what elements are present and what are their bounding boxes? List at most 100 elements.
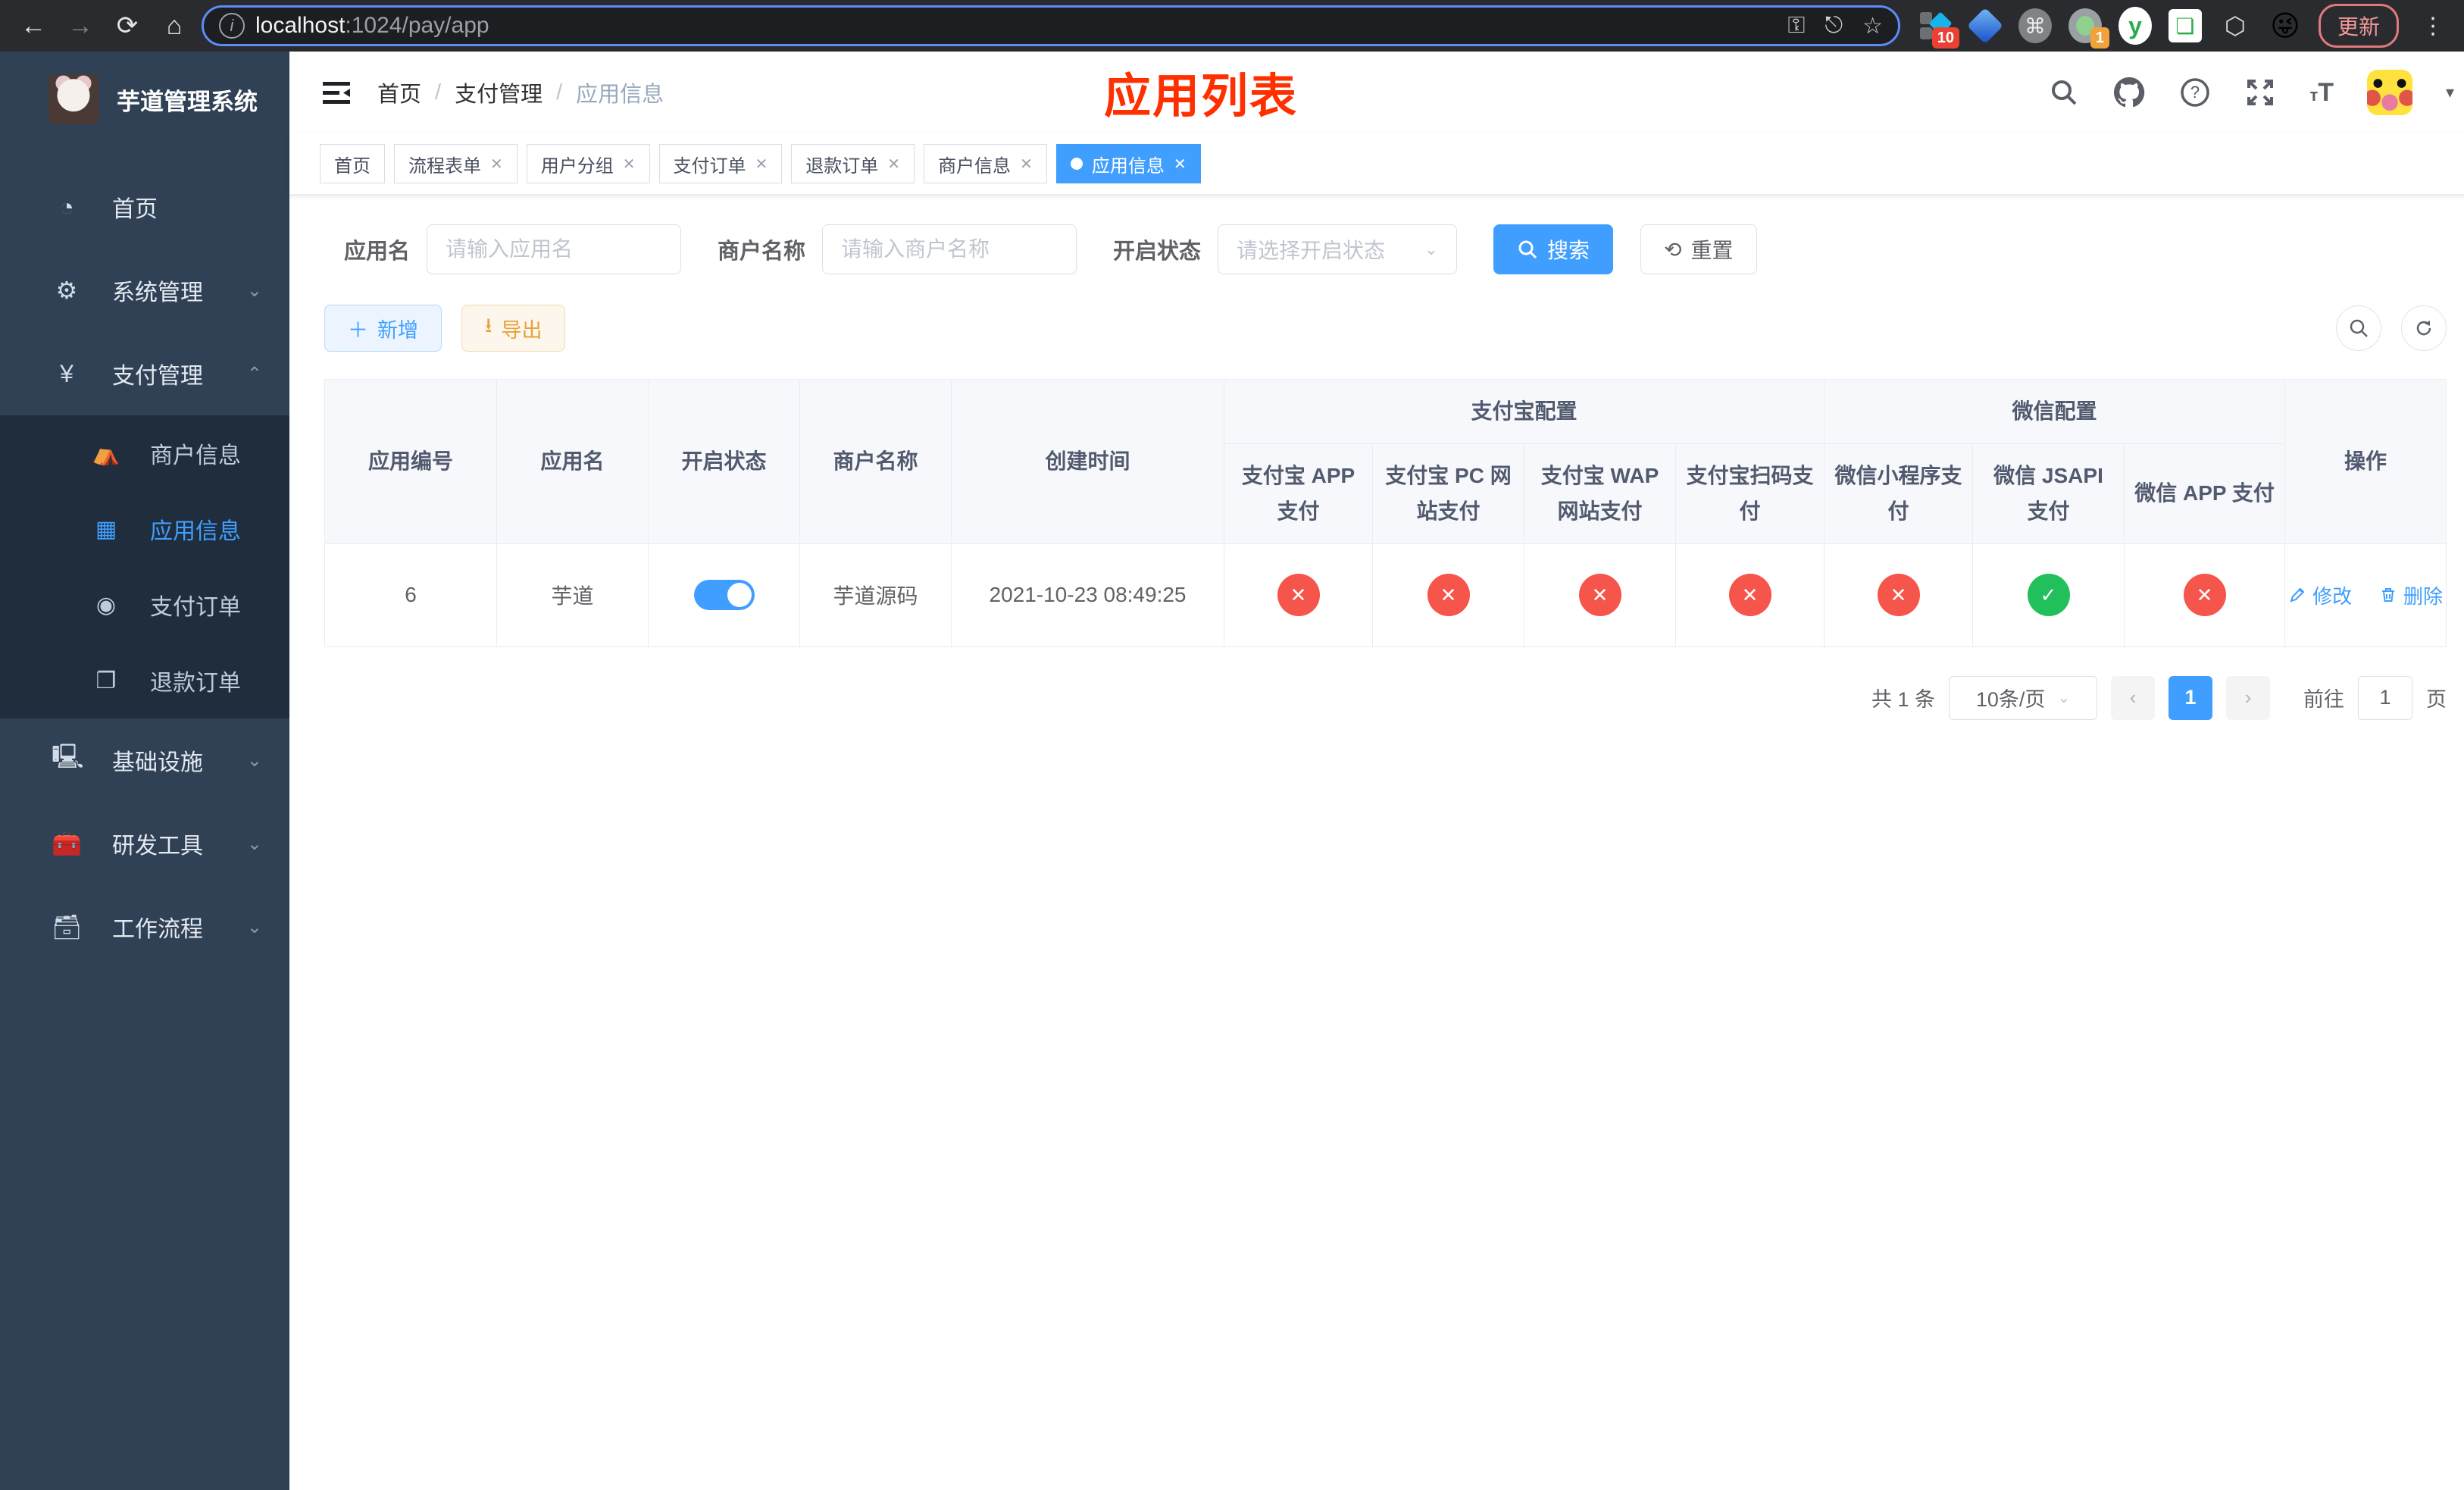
site-info-icon[interactable]: i	[219, 13, 245, 39]
close-icon[interactable]: ✕	[887, 155, 900, 174]
cell-app-name: 芋道	[496, 543, 649, 647]
chevron-down-icon: ⌄	[246, 750, 262, 771]
logo-image	[48, 74, 98, 124]
back-icon[interactable]: ←	[14, 6, 53, 45]
sidebar-item-home[interactable]: ◔ 首页	[0, 165, 289, 249]
cell-created: 2021-10-23 08:49:25	[951, 543, 1224, 647]
refresh-table-button[interactable]	[2401, 305, 2447, 351]
goto-prefix: 前往	[2303, 688, 2345, 712]
breadcrumb-home[interactable]: 首页	[377, 77, 421, 108]
cell-app-id: 6	[324, 543, 497, 647]
sidebar-logo[interactable]: 芋道管理系统	[0, 52, 289, 144]
goto-suffix: 页	[2426, 688, 2447, 712]
tab-user-group[interactable]: 用户分组 ✕	[526, 144, 650, 183]
tab-refund-order[interactable]: 退款订单 ✕	[791, 144, 915, 183]
tab-pay-order[interactable]: 支付订单 ✕	[658, 144, 783, 183]
group-alipay-config: 支付宝配置	[1223, 379, 1825, 444]
sidebar-item-app-info[interactable]: ▦ 应用信息	[0, 491, 289, 567]
toggle-search-button[interactable]	[2336, 305, 2382, 351]
gem-extension-icon[interactable]	[1966, 7, 2004, 45]
breadcrumb-payment[interactable]: 支付管理	[455, 77, 543, 108]
merchant-name-input[interactable]	[822, 224, 1077, 274]
active-dot	[1070, 158, 1083, 170]
user-avatar[interactable]	[2367, 70, 2412, 115]
sidebar-item-infra[interactable]: 🖳 基础设施 ⌄	[0, 718, 289, 802]
sidebar-item-merchant-info[interactable]: ⛺ 商户信息	[0, 415, 289, 491]
home-icon[interactable]: ⌂	[155, 6, 194, 45]
sidebar-item-payment[interactable]: ¥ 支付管理 ⌃	[0, 332, 289, 415]
yudao-extension-icon[interactable]: y	[2118, 7, 2152, 45]
app-table: 应用编号 应用名 开启状态 商户名称 创建时间 支付宝配置 微信配置 操作 支付…	[324, 379, 2447, 647]
fullscreen-icon[interactable]	[2244, 77, 2276, 108]
status-toggle[interactable]	[693, 580, 755, 611]
extension-tray: 10 ⌘ 1 y ❏ ⬡ 😜 更新 ⋮	[1918, 4, 2450, 49]
share-icon[interactable]: ⎋	[1825, 13, 1843, 39]
add-button[interactable]: ＋ 新增	[324, 305, 442, 352]
bookmark-star-icon[interactable]: ☆	[1862, 13, 1883, 39]
command-extension-icon[interactable]: ⌘	[2018, 8, 2052, 43]
close-icon[interactable]: ✕	[490, 155, 503, 174]
col-created: 创建时间	[951, 379, 1224, 544]
forward-icon[interactable]: →	[61, 6, 100, 45]
sidebar-item-refund-order[interactable]: ❐ 退款订单	[0, 643, 289, 718]
tab-home[interactable]: 首页	[320, 144, 385, 183]
next-page-button[interactable]: ›	[2226, 675, 2271, 720]
tampermonkey-extension-icon[interactable]: 10	[1918, 9, 1959, 49]
edit-link[interactable]: 修改	[2288, 581, 2352, 609]
address-bar[interactable]: i localhost:1024/pay/app ⚿ ⎋ ☆	[202, 5, 1900, 46]
col-wechat-jsapi: 微信 JSAPI 支付	[1972, 443, 2125, 544]
search-button[interactable]: 搜索	[1493, 224, 1614, 274]
trash-icon	[2381, 588, 2394, 603]
recorder-extension-icon[interactable]: 1	[2068, 8, 2109, 49]
reload-icon[interactable]: ⟳	[108, 6, 147, 45]
tab-merchant-info[interactable]: 商户信息 ✕	[924, 144, 1047, 183]
sidebar-item-workflow[interactable]: 🗃 工作流程 ⌄	[0, 885, 289, 969]
url-text: localhost:1024/pay/app	[255, 13, 489, 38]
search-icon[interactable]	[2049, 77, 2079, 108]
chevron-down-icon: ⌄	[246, 280, 262, 301]
reset-button[interactable]: ⟲ 重置	[1640, 224, 1757, 274]
col-app-id: 应用编号	[324, 379, 497, 544]
avatar-dropdown-icon[interactable]: ▾	[2446, 83, 2454, 102]
sidebar-item-dev-tools[interactable]: 🧰 研发工具 ⌄	[0, 802, 289, 885]
alipay-app-status-badge: ✕	[1277, 574, 1320, 617]
page-size-select[interactable]: 10条/页 ⌄	[1949, 675, 2098, 720]
pagination: 共 1 条 10条/页 ⌄ ‹ 1 › 前往 页	[324, 675, 2447, 720]
delete-link[interactable]: 删除	[2379, 581, 2443, 609]
tab-app-info[interactable]: 应用信息 ✕	[1055, 144, 1201, 183]
close-icon[interactable]: ✕	[1020, 155, 1033, 174]
github-icon[interactable]	[2112, 76, 2146, 109]
sidebar-fold-icon[interactable]	[320, 76, 353, 109]
merchant-name-label: 商户名称	[718, 239, 806, 264]
close-icon[interactable]: ✕	[1174, 155, 1187, 174]
status-select[interactable]: 请选择开启状态 ⌄	[1218, 224, 1458, 274]
close-icon[interactable]: ✕	[755, 155, 768, 174]
shop-icon: ⛺	[92, 440, 120, 466]
alipay-wap-status-badge: ✕	[1578, 574, 1621, 617]
goto-page-input[interactable]	[2358, 675, 2413, 720]
password-key-icon[interactable]: ⚿	[1788, 13, 1806, 39]
col-alipay-qr: 支付宝扫码支付	[1674, 443, 1825, 544]
current-page-button[interactable]: 1	[2169, 675, 2213, 720]
export-button[interactable]: ⭳ 导出	[461, 305, 566, 352]
alipay-qr-status-badge: ✕	[1728, 574, 1771, 617]
font-size-icon[interactable]: тT	[2309, 78, 2334, 108]
col-alipay-wap: 支付宝 WAP 网站支付	[1524, 443, 1676, 544]
app-title: 芋道管理系统	[117, 88, 258, 115]
browser-menu-icon[interactable]: ⋮	[2416, 13, 2450, 39]
prev-page-button[interactable]: ‹	[2111, 675, 2156, 720]
browser-update-button[interactable]: 更新	[2318, 4, 2399, 48]
profile-avatar[interactable]: 😜	[2269, 9, 2302, 42]
sidebar-item-pay-order[interactable]: ◉ 支付订单	[0, 567, 289, 643]
tab-process-form[interactable]: 流程表单 ✕	[394, 144, 518, 183]
sidebar-item-system[interactable]: ⚙ 系统管理 ⌄	[0, 249, 289, 332]
extensions-puzzle-icon[interactable]: ⬡	[2219, 9, 2252, 42]
close-icon[interactable]: ✕	[623, 155, 636, 174]
monitor-icon: 🖳	[52, 743, 84, 770]
app-name-input[interactable]	[427, 224, 682, 274]
extension-badge: 10	[1931, 27, 1959, 49]
grid-table-icon: ▦	[95, 516, 117, 542]
chat-extension-icon[interactable]: ❏	[2168, 9, 2202, 42]
total-count: 共 1 条	[1871, 688, 1936, 712]
help-icon[interactable]: ?	[2179, 77, 2211, 108]
